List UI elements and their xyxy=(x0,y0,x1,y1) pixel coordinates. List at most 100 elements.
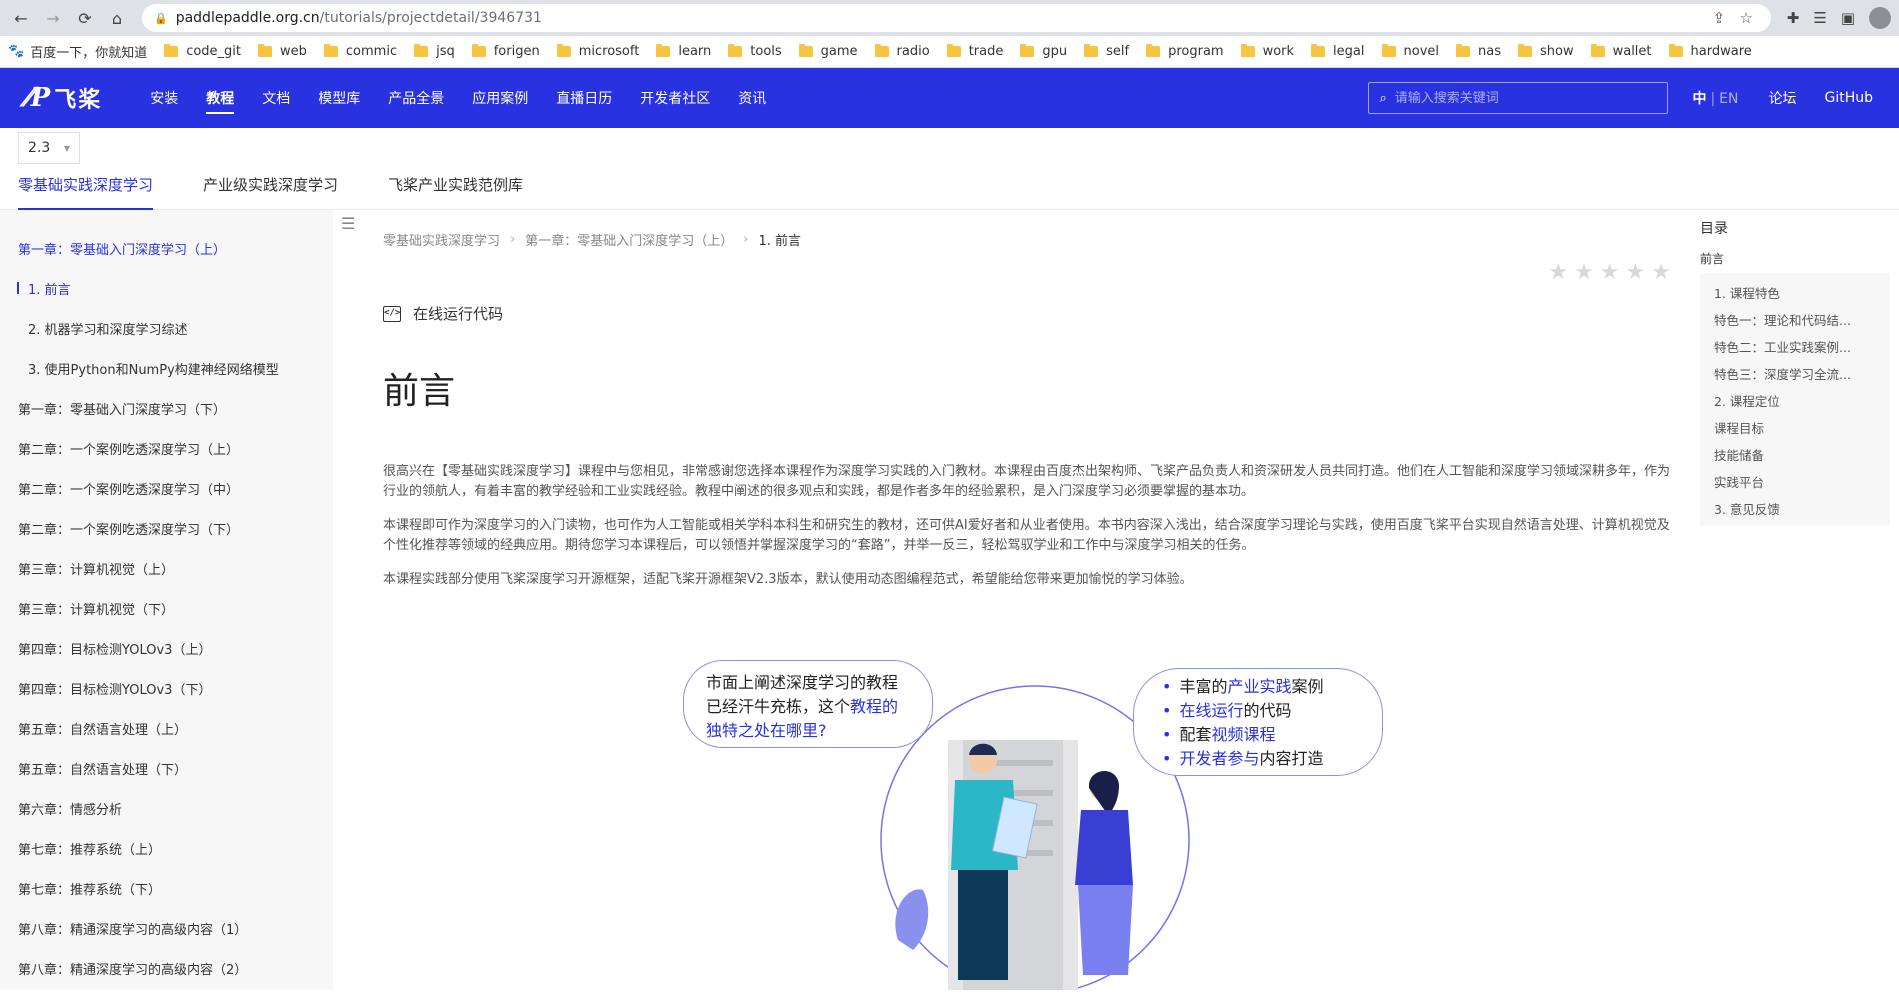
sidebar-chapter-item[interactable]: 第七章：推荐系统（下） xyxy=(0,868,333,908)
bookmark-item[interactable]: commic xyxy=(323,44,397,59)
bookmark-item[interactable]: self xyxy=(1084,44,1129,59)
star-icon[interactable]: ★ xyxy=(1574,260,1594,285)
profile-avatar[interactable] xyxy=(1869,7,1891,29)
reload-icon[interactable]: ⟳ xyxy=(72,5,98,31)
bookmark-label: microsoft xyxy=(578,44,640,59)
lock-icon[interactable]: 🔒 xyxy=(154,12,168,25)
lang-en[interactable]: EN xyxy=(1719,91,1738,107)
nav-item[interactable]: 安装 xyxy=(136,68,192,128)
star-icon[interactable]: ★ xyxy=(1548,260,1568,285)
toc-item[interactable]: 特色二：工业实践案例... xyxy=(1700,333,1890,360)
sidebar-chapter-item[interactable]: 第七章：推荐系统（上） xyxy=(0,828,333,868)
bookmark-item[interactable]: jsq xyxy=(414,44,455,59)
paddle-logo-icon: ⁄⁄P xyxy=(26,83,50,113)
bookmark-item[interactable]: show xyxy=(1517,44,1574,59)
bookmark-item[interactable]: legal xyxy=(1311,44,1365,59)
language-switch[interactable]: 中 | EN xyxy=(1692,88,1738,108)
nav-item[interactable]: 开发者社区 xyxy=(626,68,724,128)
github-link[interactable]: GitHub xyxy=(1824,90,1873,106)
bookmark-item[interactable]: game xyxy=(798,44,858,59)
extensions-puzzle-icon[interactable]: ✚ xyxy=(1787,9,1800,27)
bookmark-item[interactable]: hardware xyxy=(1668,44,1752,59)
sidebar-chapter-item[interactable]: 第八章：精通深度学习的高级内容（2） xyxy=(0,948,333,988)
nav-item[interactable]: 直播日历 xyxy=(542,68,626,128)
bookmark-item[interactable]: tools xyxy=(728,44,782,59)
toc-item[interactable]: 1. 课程特色 xyxy=(1700,279,1890,306)
address-bar[interactable]: 🔒 paddlepaddle.org.cn /tutorials/project… xyxy=(142,4,1771,32)
toc-item[interactable]: 2. 课程定位 xyxy=(1700,387,1890,414)
bookmark-item[interactable]: gpu xyxy=(1020,44,1067,59)
bookmark-item[interactable]: wallet xyxy=(1590,44,1652,59)
toc-item[interactable]: 特色三：深度学习全流... xyxy=(1700,360,1890,387)
bookmark-item[interactable]: trade xyxy=(946,44,1003,59)
nav-item[interactable]: 模型库 xyxy=(304,68,374,128)
nav-item[interactable]: 产品全景 xyxy=(374,68,458,128)
course-tab[interactable]: 飞桨产业实践范例库 xyxy=(388,174,523,209)
folder-icon xyxy=(1381,44,1396,57)
sidebar-chapter-item[interactable]: 第五章：自然语言处理（上） xyxy=(0,708,333,748)
bookmark-item[interactable]: work xyxy=(1240,44,1294,59)
sidebar-chapter-item[interactable]: 第六章：情感分析 xyxy=(0,788,333,828)
forward-arrow-icon[interactable]: → xyxy=(40,5,66,31)
sidebar-chapter-item[interactable]: 第五章：自然语言处理（下） xyxy=(0,748,333,788)
sidebar-lesson-item[interactable]: 2. 机器学习和深度学习综述 xyxy=(0,308,333,348)
lang-zh[interactable]: 中 xyxy=(1692,91,1706,107)
course-tab[interactable]: 产业级实践深度学习 xyxy=(203,174,338,209)
bookmark-label: web xyxy=(280,44,307,59)
star-icon[interactable]: ★ xyxy=(1600,260,1620,285)
breadcrumb-item[interactable]: 第一章：零基础入门深度学习（上） xyxy=(525,230,733,249)
star-icon[interactable]: ★ xyxy=(1626,260,1646,285)
reading-list-icon[interactable]: ☰ xyxy=(1813,9,1826,27)
run-code-button[interactable]: </> 在线运行代码 xyxy=(383,303,1671,324)
search-box[interactable]: ⌕ xyxy=(1368,82,1669,114)
sidebar-chapter-item[interactable]: 第三章：计算机视觉（下） xyxy=(0,588,333,628)
sidebar-chapter-item[interactable]: 第八章：精通深度学习的高级内容（1） xyxy=(0,908,333,948)
version-select[interactable]: 2.3 ▼ xyxy=(18,132,80,164)
sidebar-lesson-item[interactable]: 3. 使用Python和NumPy构建神经网络模型 xyxy=(0,348,333,388)
course-tab[interactable]: 零基础实践深度学习 xyxy=(18,174,154,210)
nav-item[interactable]: 资讯 xyxy=(724,68,780,128)
toc-item[interactable]: 实践平台 xyxy=(1700,468,1890,495)
share-icon[interactable]: ⇪ xyxy=(1713,9,1726,27)
bookmark-item[interactable]: radio xyxy=(874,44,930,59)
sidebar-chapter-item[interactable]: 第一章：零基础入门深度学习（下） xyxy=(0,388,333,428)
bookmark-item[interactable]: code_git xyxy=(164,44,241,59)
bookmark-item[interactable]: 🐾 百度一下，你就知道 xyxy=(8,42,147,61)
toc-item[interactable]: 3. 意见反馈 xyxy=(1700,495,1890,522)
home-icon[interactable]: ⌂ xyxy=(104,5,130,31)
intro-paragraph: 本课程实践部分使用飞桨深度学习开源框架，适配飞桨开源框架V2.3版本，默认使用动… xyxy=(383,572,1193,587)
sidebar-chapter-item[interactable]: 第二章：一个案例吃透深度学习（中） xyxy=(0,468,333,508)
sidebar-chapter-item[interactable]: 第二章：一个案例吃透深度学习（下） xyxy=(0,508,333,548)
bookmark-item[interactable]: forigen xyxy=(471,44,540,59)
bookmark-item[interactable]: program xyxy=(1146,44,1224,59)
sidebar-lesson-item[interactable]: 1. 前言 xyxy=(0,268,333,308)
bookmark-item[interactable]: microsoft xyxy=(556,44,640,59)
rating-stars[interactable]: ★ ★ ★ ★ ★ xyxy=(1548,260,1671,285)
bookmark-star-icon[interactable]: ☆ xyxy=(1739,9,1752,27)
nav-item[interactable]: 文档 xyxy=(248,68,304,128)
bookmark-item[interactable]: web xyxy=(258,44,307,59)
toc-item[interactable]: 技能储备 xyxy=(1700,441,1890,468)
sidebar-toggle-icon[interactable]: ☰ xyxy=(341,214,361,234)
sidebar-chapter-item[interactable]: 第一章：零基础入门深度学习（上） xyxy=(0,228,333,268)
bookmark-item[interactable]: nas xyxy=(1456,44,1501,59)
sidebar-chapter-item[interactable]: 第三章：计算机视觉（上） xyxy=(0,548,333,588)
breadcrumb-item[interactable]: 零基础实践深度学习 xyxy=(383,230,500,249)
nav-item[interactable]: 教程 xyxy=(192,68,248,128)
bookmark-label: wallet xyxy=(1612,44,1652,59)
sidebar-chapter-item[interactable]: 第四章：目标检测YOLOv3（下） xyxy=(0,668,333,708)
toc-item[interactable]: 课程目标 xyxy=(1700,414,1890,441)
star-icon[interactable]: ★ xyxy=(1651,260,1671,285)
paddle-logo[interactable]: ⁄⁄P 飞桨 xyxy=(26,82,102,114)
toc-item[interactable]: 特色一：理论和代码结... xyxy=(1700,306,1890,333)
side-panel-icon[interactable]: ▣ xyxy=(1841,9,1855,27)
nav-item[interactable]: 应用案例 xyxy=(458,68,542,128)
bookmark-item[interactable]: learn xyxy=(656,44,711,59)
back-arrow-icon[interactable]: ← xyxy=(8,5,34,31)
bookmark-item[interactable]: novel xyxy=(1381,44,1439,59)
search-input[interactable] xyxy=(1394,90,1635,106)
toc-root[interactable]: 前言 xyxy=(1700,250,1890,267)
sidebar-chapter-item[interactable]: 第四章：目标检测YOLOv3（上） xyxy=(0,628,333,668)
forum-link[interactable]: 论坛 xyxy=(1768,88,1796,108)
sidebar-chapter-item[interactable]: 第二章：一个案例吃透深度学习（上） xyxy=(0,428,333,468)
